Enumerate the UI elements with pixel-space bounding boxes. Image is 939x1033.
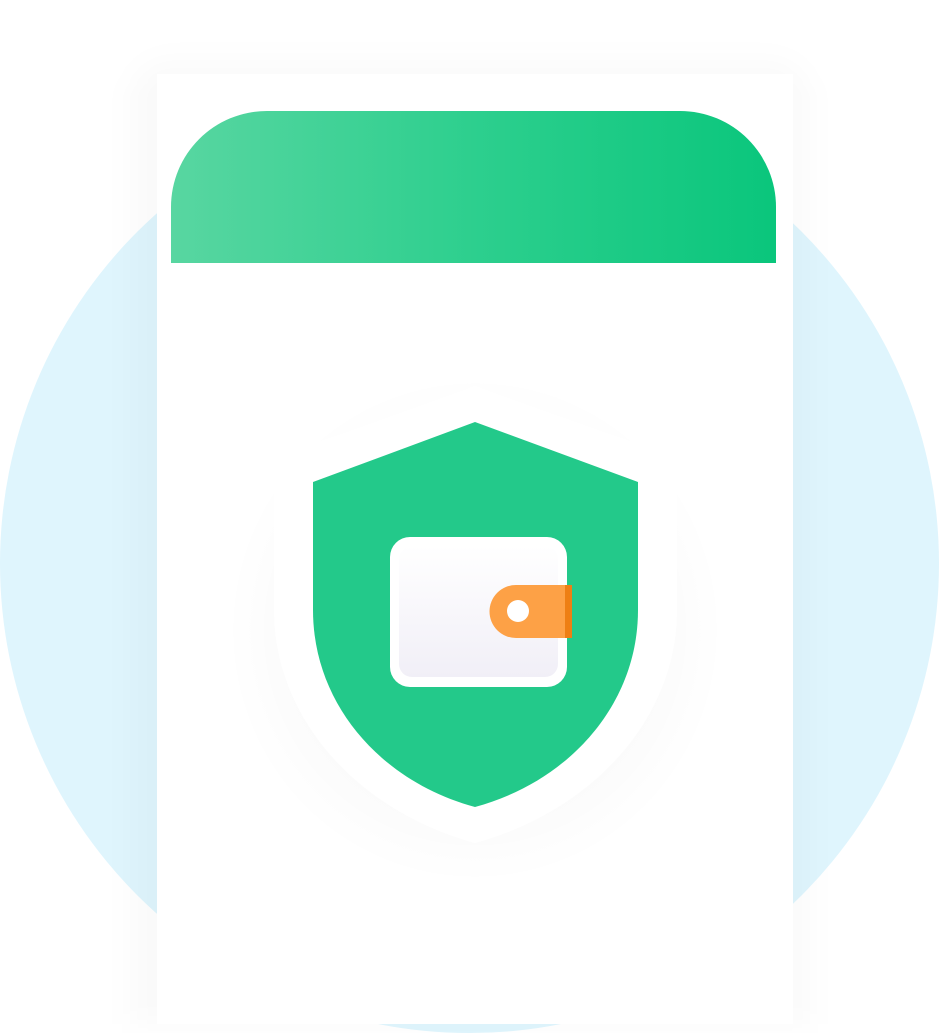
wallet-clasp-button (507, 600, 529, 622)
wallet-icon (390, 537, 572, 687)
wallet-clasp (489, 585, 572, 638)
shield-wallet-icon (274, 386, 677, 843)
